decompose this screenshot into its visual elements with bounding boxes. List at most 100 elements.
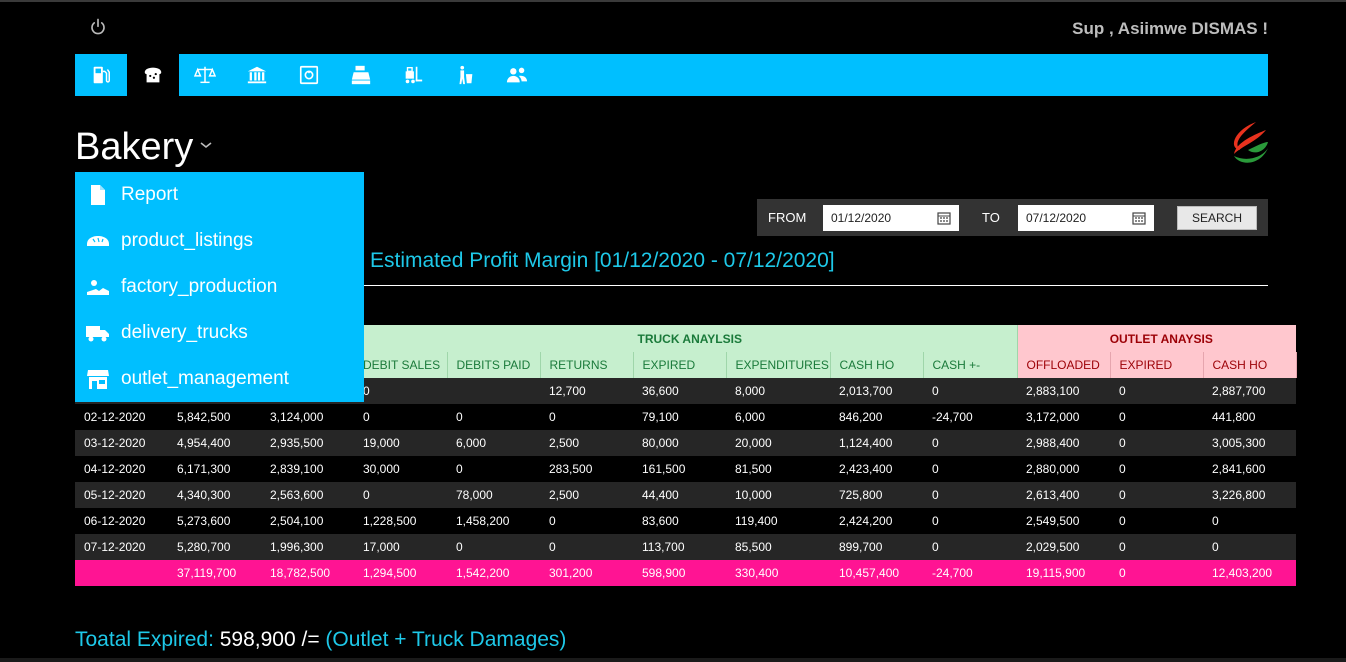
table-cell: 4,954,400 (168, 430, 261, 456)
table-cell: 3,226,800 (1203, 482, 1297, 508)
table-cell: 1,458,200 (447, 508, 540, 534)
table-cell: 0 (1110, 456, 1203, 482)
nav-users[interactable] (491, 54, 543, 96)
to-date-input[interactable]: 07/12/2020 (1018, 204, 1154, 231)
table-cell: 0 (1110, 404, 1203, 430)
menu-item-report[interactable]: Report (75, 172, 364, 218)
table-row: 04-12-2020 6,171,300 2,839,100 30,000 0 283,5… (75, 456, 1297, 482)
table-cell: 0 (1203, 508, 1297, 534)
table-cell: 78,000 (447, 482, 540, 508)
table-body: 0 12,700 36,600 8,000 2,013,700 0 2,883,100 0 2,… (75, 378, 1297, 586)
table-cell: 301,200 (540, 560, 633, 586)
table-cell: 0 (1110, 508, 1203, 534)
table-cell: 2,883,100 (1017, 378, 1110, 404)
table-cell: 30,000 (354, 456, 447, 482)
table-cell: 02-12-2020 (75, 404, 168, 430)
bread-loaf-icon (85, 230, 111, 252)
truck-analysis-header: TRUCK ANAYLSIS (354, 325, 1018, 352)
menu-item-outlet-management[interactable]: outlet_management (75, 356, 364, 402)
menu-item-delivery-trucks[interactable]: delivery_trucks (75, 310, 364, 356)
bottom-bar (0, 658, 1346, 662)
table-cell: -24,700 (923, 404, 1017, 430)
greeting-text: Sup , Asiimwe DISMAS ! (1072, 19, 1268, 38)
table-cell: 119,400 (726, 508, 830, 534)
forklift-icon (405, 66, 423, 84)
table-cell: 441,800 (1203, 404, 1297, 430)
table-cell: 0 (447, 534, 540, 560)
column-header: CASH HO (830, 352, 924, 378)
table-cell: 12,700 (540, 378, 633, 404)
dropdown-menu: Report product_listings factory_producti… (75, 172, 364, 402)
bread-icon (144, 67, 162, 83)
power-icon[interactable] (89, 18, 107, 36)
table-cell: 0 (1110, 378, 1203, 404)
table-cell: 3,172,000 (1017, 404, 1110, 430)
nav-cash-register[interactable] (335, 54, 387, 96)
calendar-icon[interactable] (1132, 211, 1146, 225)
table-cell: 19,000 (354, 430, 447, 456)
column-header: EXPIRED (1110, 352, 1204, 378)
table-cell: 0 (923, 456, 1017, 482)
table-cell: 3,005,300 (1203, 430, 1297, 456)
from-date-input[interactable]: 01/12/2020 (823, 204, 959, 231)
outlet-analysis-header: OUTLET ANAYSIS (1017, 325, 1297, 352)
table-cell: 0 (354, 378, 447, 404)
table-cell: 19,115,900 (1017, 560, 1110, 586)
table-cell: 1,996,300 (261, 534, 354, 560)
fuel-pump-icon (93, 66, 110, 84)
table-cell: 330,400 (726, 560, 830, 586)
menu-item-product-listings[interactable]: product_listings (75, 218, 364, 264)
table-cell: 1,294,500 (354, 560, 447, 586)
chevron-down-icon[interactable] (199, 140, 213, 150)
nav-bank[interactable] (231, 54, 283, 96)
table-cell: 2,504,100 (261, 508, 354, 534)
table-cell: 2,013,700 (830, 378, 923, 404)
nav-safe[interactable] (283, 54, 335, 96)
table-cell: 2,424,200 (830, 508, 923, 534)
table-cell: 79,100 (633, 404, 726, 430)
table-row: 02-12-2020 5,842,500 3,124,000 0 0 0 79,100 6,0… (75, 404, 1297, 430)
menu-item-factory-production[interactable]: factory_production (75, 264, 364, 310)
table-cell: 2,029,500 (1017, 534, 1110, 560)
menu-item-label: outlet_management (121, 368, 289, 389)
table-cell: 6,000 (726, 404, 830, 430)
summary-suffix: (Outlet + Truck Damages) (319, 628, 567, 651)
table-cell: 2,841,600 (1203, 456, 1297, 482)
nav-fuel[interactable] (75, 54, 127, 96)
cash-register-icon (351, 65, 371, 85)
table-cell: 5,280,700 (168, 534, 261, 560)
file-icon (85, 184, 111, 206)
nav-disposal[interactable] (439, 54, 491, 96)
column-header: DEBITS PAID (447, 352, 541, 378)
table-cell: 0 (923, 482, 1017, 508)
table-cell: 5,273,600 (168, 508, 261, 534)
table-cell: 2,988,400 (1017, 430, 1110, 456)
table-cell: 2,549,500 (1017, 508, 1110, 534)
table-cell: 07-12-2020 (75, 534, 168, 560)
page-title: Bakery (75, 126, 194, 168)
menu-item-label: delivery_trucks (121, 322, 248, 343)
table-cell (75, 560, 168, 586)
table-cell: 03-12-2020 (75, 430, 168, 456)
nav-bakery[interactable] (127, 54, 179, 96)
table-cell: 0 (1203, 534, 1297, 560)
summary-value: 598,900 /= (219, 628, 320, 651)
table-cell: 0 (1110, 482, 1203, 508)
table-cell: 20,000 (726, 430, 830, 456)
totals-row: 37,119,700 18,782,500 1,294,500 1,542,200 30… (75, 560, 1297, 586)
from-date-value: 01/12/2020 (831, 210, 892, 225)
table-cell: 0 (354, 482, 447, 508)
calendar-icon[interactable] (937, 211, 951, 225)
table-row: 06-12-2020 5,273,600 2,504,100 1,228,500 1,4… (75, 508, 1297, 534)
table-cell: 81,500 (726, 456, 830, 482)
table-cell: 1,124,400 (830, 430, 923, 456)
table-cell: 2,880,000 (1017, 456, 1110, 482)
total-expired-summary: Toatal Expired: 598,900 /= (Outlet + Tru… (75, 628, 566, 652)
table-cell: 899,700 (830, 534, 923, 560)
table-cell: 598,900 (633, 560, 726, 586)
column-header: EXPENDITURES (726, 352, 831, 378)
table-cell: 3,124,000 (261, 404, 354, 430)
nav-scales[interactable] (179, 54, 231, 96)
search-button[interactable]: SEARCH (1177, 205, 1257, 230)
nav-forklift[interactable] (387, 54, 439, 96)
